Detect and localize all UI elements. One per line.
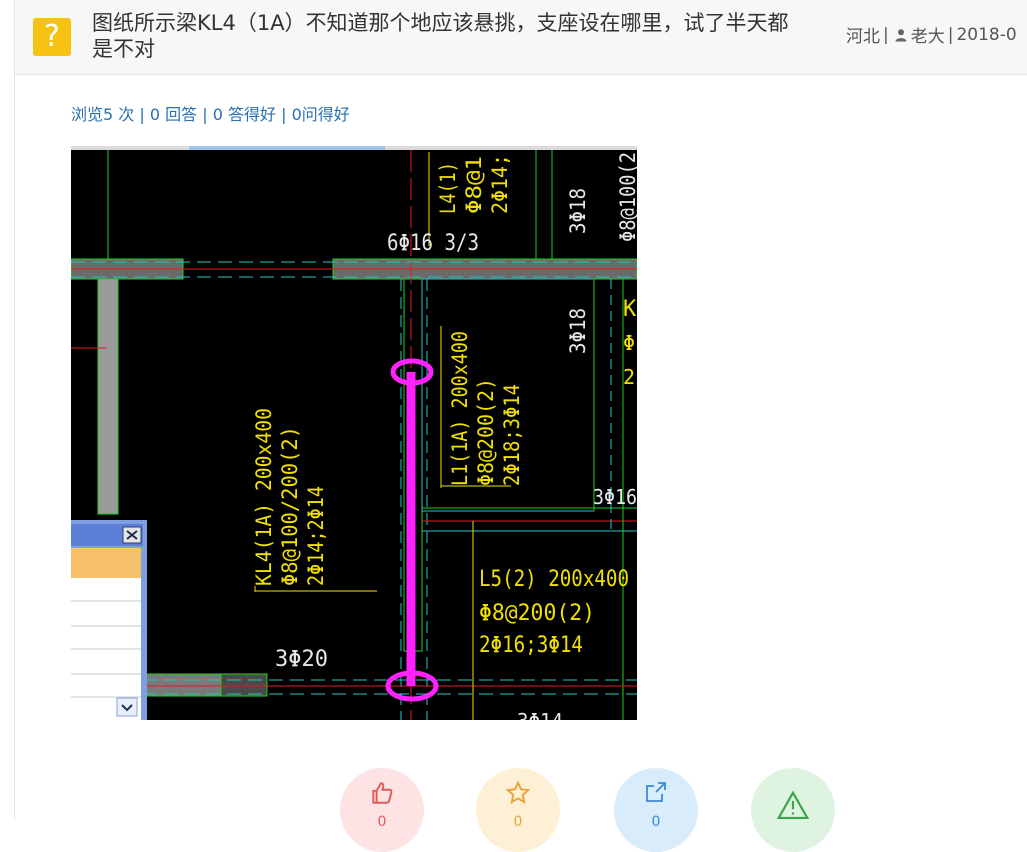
left-rule (14, 0, 15, 820)
region-link[interactable]: 河北 (846, 22, 880, 47)
dialog-window[interactable] (71, 520, 147, 720)
label-cut-k: K (623, 297, 637, 322)
user-icon (895, 28, 907, 41)
good-questions-link[interactable]: 0问得好 (292, 105, 350, 124)
like-button[interactable]: 0 (340, 768, 424, 852)
cad-label-top: 6Φ16 3/3 (387, 231, 479, 256)
question-meta: 河北 | 老大 | 2018-0 (846, 22, 1017, 48)
l4-label: L4(1) (436, 162, 460, 214)
warning-icon (776, 790, 810, 820)
question-mark-icon: ? (33, 18, 71, 56)
question-title: 图纸所示梁KL4（1A）不知道那个地应该悬挑，支座设在哪里，试了半天都是不对 (92, 11, 789, 61)
close-icon[interactable] (122, 526, 142, 544)
report-button[interactable] (751, 768, 835, 852)
favorite-button[interactable]: 0 (476, 768, 560, 852)
l4-rebar: 2Φ14; (488, 154, 512, 214)
share-icon (646, 782, 666, 802)
stats-separator: | (139, 105, 145, 124)
cad-label-3phi20: 3Φ20 (275, 647, 328, 672)
label-3phi16: 3Φ16 (593, 485, 637, 509)
thumbs-up-icon (372, 782, 393, 804)
meta-separator: | (947, 24, 954, 45)
question-stats: 浏览5 次 | 0 回答 | 0 答得好 | 0问得好 (71, 101, 350, 125)
meta-separator: | (883, 24, 889, 45)
kl4-rebar: 2Φ14;2Φ14 (304, 486, 328, 586)
label-cut-top-right: Φ8@100(2 (616, 152, 637, 242)
label-3phi18-top: 3Φ18 (566, 188, 590, 234)
share-count: 0 (651, 814, 661, 830)
views-count: 浏览5 次 (71, 105, 135, 124)
label-cut-2: 2 (623, 365, 635, 389)
stats-separator: | (202, 105, 208, 124)
kl4-label: KL4(1A) 200x400 (252, 408, 276, 586)
l1-rebar: 2Φ18;3Φ14 (500, 384, 524, 486)
label-3phi18-mid: 3Φ18 (566, 308, 590, 354)
author-link[interactable]: 老大 (911, 22, 945, 47)
label-3phi14: 3Φ14 (517, 709, 563, 720)
l1-label: L1(1A) 200x400 (448, 331, 472, 486)
l1-stirrup: Φ8@200(2) (474, 378, 498, 486)
answers-link[interactable]: 0 回答 (150, 105, 197, 124)
stats-separator: | (281, 105, 287, 124)
star-icon (505, 780, 531, 805)
post-date: 2018-0 (956, 24, 1017, 45)
l5-stirrup: Φ8@200(2) (479, 601, 595, 626)
question-actions: 0 0 0 (0, 768, 1027, 852)
like-count: 0 (377, 814, 387, 830)
l5-rebar: 2Φ16;3Φ14 (479, 633, 583, 658)
favorite-count: 0 (513, 814, 523, 830)
question-header: ? 图纸所示梁KL4（1A）不知道那个地应该悬挑，支座设在哪里，试了半天都是不对… (15, 0, 1027, 75)
label-cut-phi: Φ (623, 331, 635, 355)
l4-stirrup: Φ8@1 (462, 156, 486, 214)
share-button[interactable]: 0 (614, 768, 698, 852)
kl4-stirrup: Φ8@100/200(2) (278, 426, 302, 586)
question-image[interactable]: 6Φ16 3/3 3Φ20 KL4(1A) 200x400 Φ8@100/200… (71, 146, 637, 720)
good-answers-link[interactable]: 0 答得好 (213, 105, 276, 124)
l5-label: L5(2) 200x400 (479, 567, 629, 592)
